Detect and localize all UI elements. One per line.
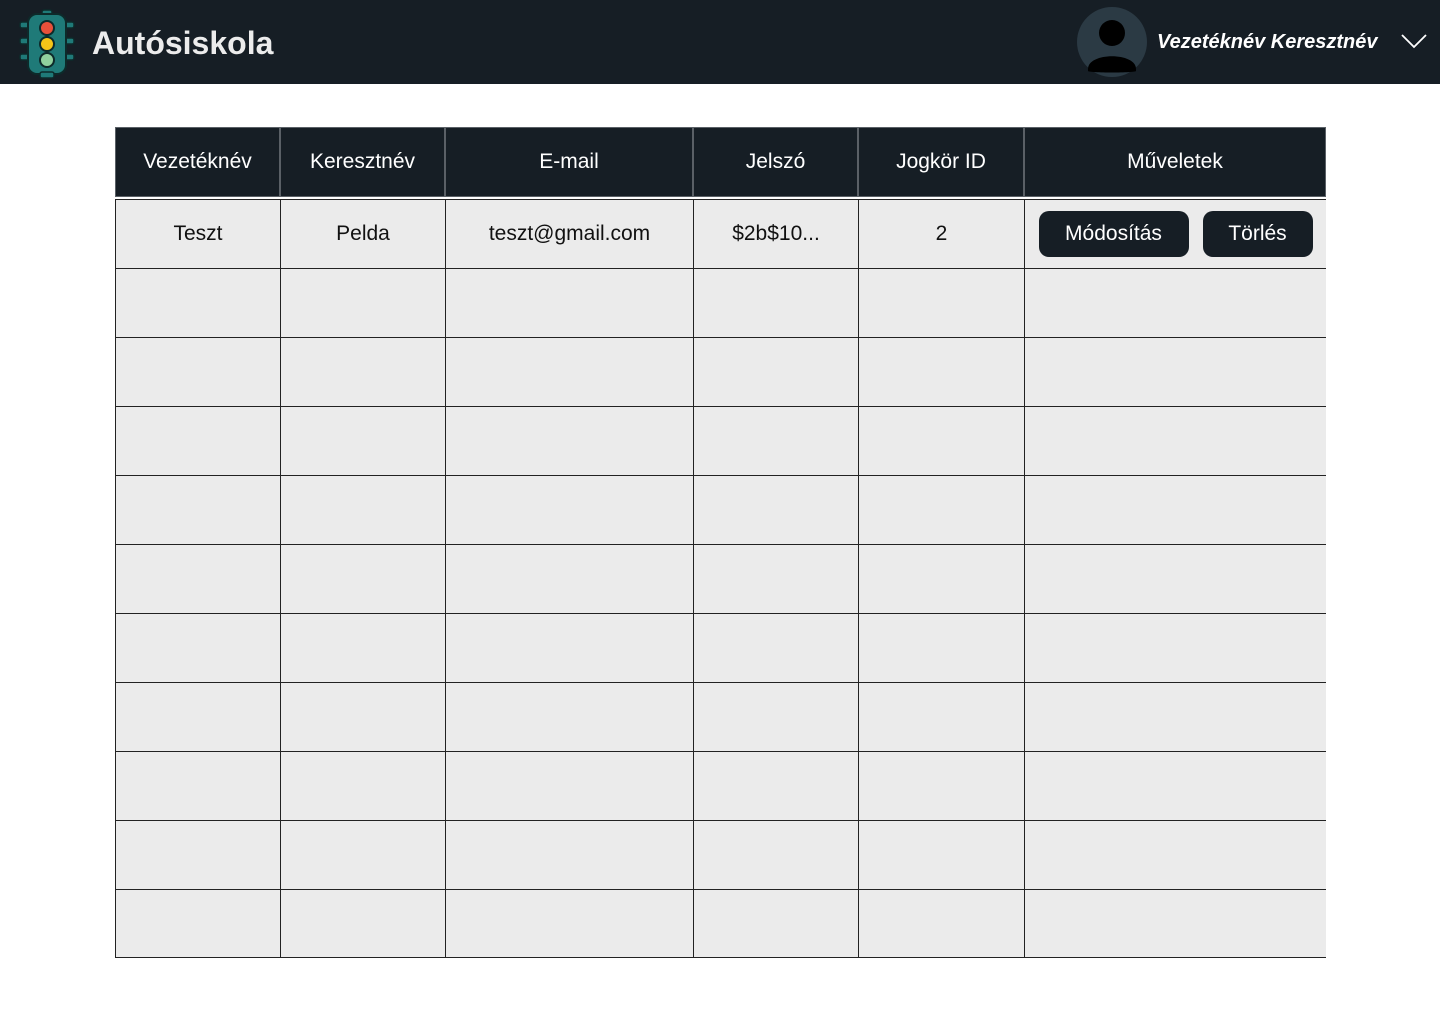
table-cell-lastname	[115, 751, 280, 820]
table-cell-email	[445, 613, 693, 682]
table-cell-role-id	[858, 820, 1024, 889]
edit-button[interactable]: Módosítás	[1038, 211, 1189, 257]
table-cell-password	[693, 337, 858, 406]
table-cell-lastname	[115, 889, 280, 958]
table-cell-lastname: Teszt	[115, 199, 280, 268]
table-cell-role-id	[858, 751, 1024, 820]
table-row	[115, 337, 1326, 406]
app-title: Autósiskola	[92, 25, 274, 61]
top-navbar: Autósiskola Vezetéknév Keresztnév	[0, 0, 1440, 84]
table-cell-email	[445, 820, 693, 889]
table-cell-firstname	[280, 406, 445, 475]
table-cell-firstname	[280, 613, 445, 682]
table-cell-firstname	[280, 889, 445, 958]
table-cell-lastname	[115, 820, 280, 889]
table-cell-email	[445, 544, 693, 613]
table-cell-email	[445, 889, 693, 958]
table-cell-email	[445, 682, 693, 751]
table-cell-lastname	[115, 337, 280, 406]
users-table: Vezetéknév Keresztnév E-mail Jelszó Jogk…	[115, 127, 1326, 958]
table-cell-lastname	[115, 613, 280, 682]
table-cell-firstname	[280, 682, 445, 751]
table-row	[115, 475, 1326, 544]
table-cell-firstname: Pelda	[280, 199, 445, 268]
table-cell-lastname	[115, 406, 280, 475]
table-cell-email	[445, 268, 693, 337]
table-cell-role-id	[858, 406, 1024, 475]
table-cell-firstname	[280, 475, 445, 544]
table-cell-lastname	[115, 544, 280, 613]
table-cell-password	[693, 820, 858, 889]
table-cell-actions	[1024, 889, 1326, 958]
table-cell-firstname	[280, 544, 445, 613]
table-row	[115, 406, 1326, 475]
table-cell-actions	[1024, 268, 1326, 337]
table-cell-password	[693, 475, 858, 544]
table-cell-role-id	[858, 337, 1024, 406]
table-cell-lastname	[115, 475, 280, 544]
table-row	[115, 889, 1326, 958]
table-header-row: Vezetéknév Keresztnév E-mail Jelszó Jogk…	[115, 127, 1326, 197]
user-avatar-icon[interactable]	[1077, 7, 1147, 77]
table-body: Teszt Pelda teszt@gmail.com $2b$10... 2 Módos…	[115, 199, 1326, 958]
column-header-firstname[interactable]: Keresztnév	[280, 127, 445, 197]
column-header-password[interactable]: Jelszó	[693, 127, 858, 197]
table-cell-actions	[1024, 544, 1326, 613]
table-cell-actions	[1024, 820, 1326, 889]
table-cell-password	[693, 268, 858, 337]
chevron-down-icon[interactable]	[1400, 32, 1428, 50]
table-row	[115, 268, 1326, 337]
table-cell-email	[445, 337, 693, 406]
table-cell-role-id: 2	[858, 199, 1024, 268]
table-cell-password: $2b$10...	[693, 199, 858, 268]
table-cell-email	[445, 406, 693, 475]
table-row	[115, 682, 1326, 751]
table-cell-firstname	[280, 268, 445, 337]
column-header-role-id[interactable]: Jogkör ID	[858, 127, 1024, 197]
table-cell-role-id	[858, 268, 1024, 337]
table-cell-firstname	[280, 820, 445, 889]
delete-button[interactable]: Törlés	[1202, 211, 1313, 257]
table-row	[115, 820, 1326, 889]
table-cell-actions	[1024, 475, 1326, 544]
column-header-email[interactable]: E-mail	[445, 127, 693, 197]
table-row: Teszt Pelda teszt@gmail.com $2b$10... 2 Módos…	[115, 199, 1326, 268]
table-cell-email: teszt@gmail.com	[445, 199, 693, 268]
table-cell-password	[693, 406, 858, 475]
table-cell-password	[693, 613, 858, 682]
table-row	[115, 751, 1326, 820]
table-cell-password	[693, 544, 858, 613]
table-cell-role-id	[858, 475, 1024, 544]
column-header-lastname[interactable]: Vezetéknév	[115, 127, 280, 197]
table-cell-password	[693, 682, 858, 751]
table-cell-actions	[1024, 751, 1326, 820]
table-cell-actions	[1024, 613, 1326, 682]
table-row	[115, 613, 1326, 682]
table-cell-email	[445, 751, 693, 820]
table-cell-firstname	[280, 337, 445, 406]
table-cell-role-id	[858, 544, 1024, 613]
table-cell-role-id	[858, 613, 1024, 682]
table-cell-actions	[1024, 337, 1326, 406]
table-cell-actions: Módosítás Törlés	[1024, 199, 1326, 268]
table-cell-lastname	[115, 268, 280, 337]
table-cell-password	[693, 889, 858, 958]
table-cell-role-id	[858, 682, 1024, 751]
table-row	[115, 544, 1326, 613]
user-name[interactable]: Vezetéknév Keresztnév	[1157, 29, 1378, 55]
table-cell-role-id	[858, 889, 1024, 958]
traffic-light-icon	[19, 9, 75, 79]
table-cell-actions	[1024, 682, 1326, 751]
table-cell-lastname	[115, 682, 280, 751]
table-cell-password	[693, 751, 858, 820]
column-header-actions: Műveletek	[1024, 127, 1326, 197]
table-cell-email	[445, 475, 693, 544]
table-cell-actions	[1024, 406, 1326, 475]
table-cell-firstname	[280, 751, 445, 820]
